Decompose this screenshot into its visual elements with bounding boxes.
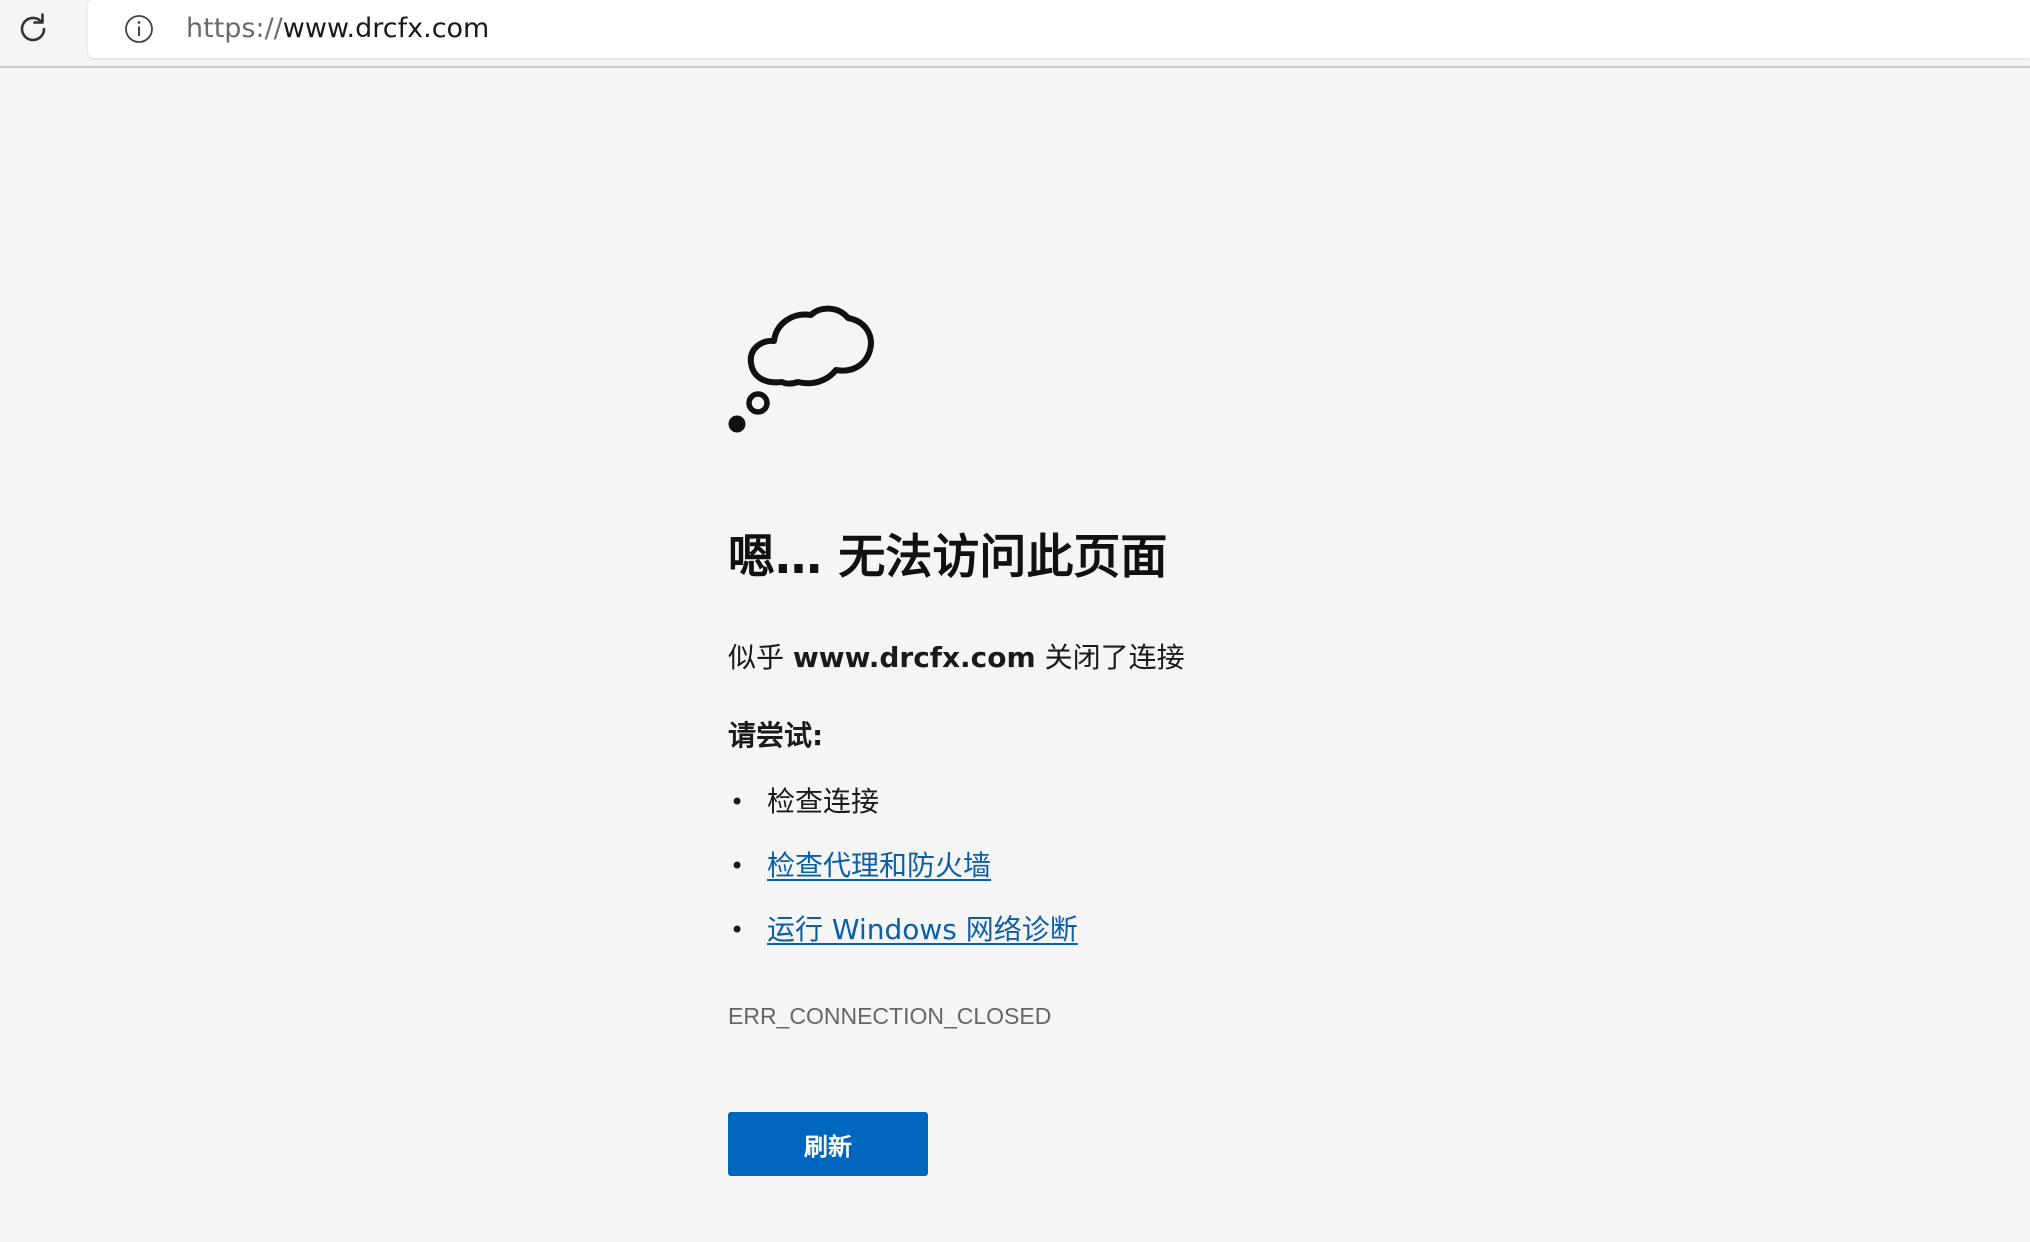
suggestion-text: 检查连接 (767, 785, 880, 818)
url-host: www.drcfx.com (282, 13, 490, 44)
network-diagnostics-link[interactable]: 运行 Windows 网络诊断 (767, 913, 1078, 946)
url-scheme: https:// (186, 13, 283, 44)
suggestion-list: • 检查连接 • 检查代理和防火墙 • 运行 Windows 网络诊断 (728, 782, 1078, 974)
bullet-icon: • (730, 852, 745, 880)
info-icon (125, 15, 153, 43)
error-heading: 嗯… 无法访问此页面 (728, 530, 1168, 585)
suggestion-check-proxy-firewall: • 检查代理和防火墙 (728, 846, 1078, 910)
bullet-icon: • (730, 916, 745, 944)
reload-button[interactable] (12, 8, 54, 50)
url-text[interactable]: https://www.drcfx.com (186, 12, 489, 46)
refresh-button[interactable]: 刷新 (728, 1112, 928, 1176)
error-description: 似乎 www.drcfx.com 关闭了连接 (728, 638, 1185, 678)
reload-icon (20, 13, 46, 42)
address-bar[interactable]: https://www.drcfx.com (88, 0, 2030, 58)
error-code: ERR_CONNECTION_CLOSED (728, 1003, 1052, 1029)
browser-toolbar: https://www.drcfx.com (0, 0, 2030, 68)
thought-cloud-icon (728, 305, 874, 433)
suggestion-check-connection: • 检查连接 (728, 782, 1078, 846)
desc-prefix: 似乎 (728, 641, 793, 674)
proxy-firewall-link[interactable]: 检查代理和防火墙 (767, 849, 991, 882)
desc-host: www.drcfx.com (792, 641, 1036, 674)
desc-suffix: 关闭了连接 (1035, 641, 1185, 674)
suggestion-network-diagnostics: • 运行 Windows 网络诊断 (728, 910, 1078, 974)
site-info-button[interactable] (124, 14, 154, 44)
try-label: 请尝试: (728, 719, 824, 752)
bullet-icon: • (730, 788, 745, 816)
